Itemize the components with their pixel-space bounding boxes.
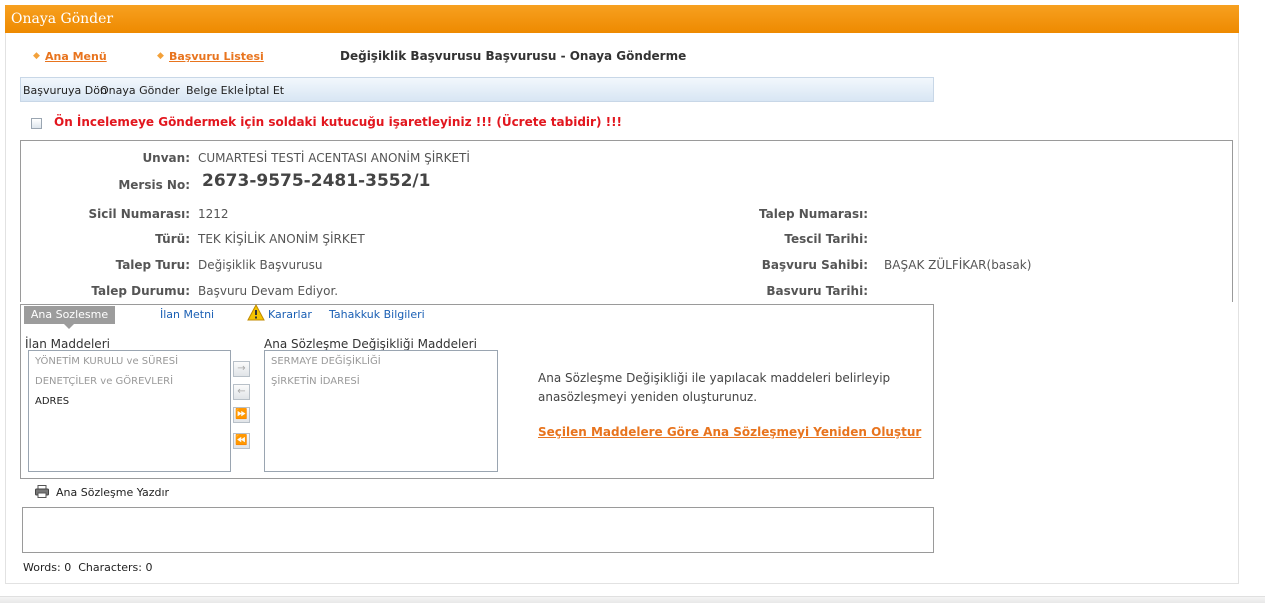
main-menu-arrow-icon: ◆ (33, 51, 40, 61)
applicant-label: Başvuru Sahibi: (761, 258, 868, 272)
list-item[interactable]: SERMAYE DEĞİŞİKLİĞİ (265, 351, 497, 371)
main-menu-link[interactable]: Ana Menü (45, 50, 107, 63)
footer-bar (0, 596, 1265, 603)
type-label: Türü: (155, 232, 190, 246)
registration-date-label: Tescil Tarihi: (784, 232, 868, 246)
mersis-value: 2673-9575-2481-3552/1 (202, 171, 431, 191)
word-character-count: Words: 0 Characters: 0 (23, 561, 152, 574)
tab-decisions[interactable]: Kararlar (268, 308, 312, 321)
list-item[interactable]: YÖNETİM KURULU ve SÜRESİ (29, 351, 230, 371)
mersis-label: Mersis No: (118, 178, 190, 192)
words-count: 0 (64, 561, 72, 574)
tab-articles[interactable]: Ana Sozlesme (24, 306, 115, 329)
application-date-label: Basvuru Tarihi: (766, 284, 868, 298)
list-item[interactable]: ADRES (29, 391, 230, 411)
request-status-value: Başvuru Devam Ediyor. (198, 284, 339, 298)
tab-accrual[interactable]: Tahakkuk Bilgileri (329, 308, 425, 321)
list-item[interactable]: ŞİRKETİN İDARESİ (265, 371, 497, 391)
announcement-articles-label: İlan Maddeleri (25, 337, 110, 351)
amendment-articles-list[interactable]: SERMAYE DEĞİŞİKLİĞİ ŞİRKETİN İDARESİ (264, 350, 498, 472)
request-type-value: Değişiklik Başvurusu (198, 258, 323, 272)
type-value: TEK KİŞİLİK ANONİM ŞİRKET (198, 232, 365, 246)
window-title: Onaya Gönder (5, 5, 1239, 33)
request-number-label: Talep Numarası: (758, 207, 868, 221)
amendment-articles-label: Ana Sözleşme Değişikliği Maddeleri (264, 337, 477, 351)
regenerate-articles-link[interactable]: Seçilen Maddelere Göre Ana Sözleşmeyi Ye… (538, 425, 921, 439)
add-document-button[interactable]: Belge Ekle (186, 84, 244, 97)
announcement-articles-list[interactable]: YÖNETİM KURULU ve SÜRESİ DENETÇİLER ve G… (28, 350, 231, 472)
registry-label: Sicil Numarası: (88, 207, 190, 221)
warning-icon (247, 304, 265, 321)
characters-count: 0 (145, 561, 153, 574)
remove-all-button[interactable]: ⏪ (233, 433, 250, 449)
request-status-label: Talep Durumu: (91, 284, 190, 298)
add-one-button[interactable]: → (233, 361, 250, 377)
printer-icon[interactable] (35, 485, 49, 498)
title-label: Unvan: (142, 151, 190, 165)
tab-announcement[interactable]: İlan Metni (160, 308, 214, 321)
page-title: Değişiklik Başvurusu Başvurusu - Onaya G… (340, 49, 687, 63)
toolbar: Başvuruya Dön Onaya Gönder Belge Ekle İp… (20, 77, 934, 102)
cancel-button[interactable]: İptal Et (245, 84, 284, 97)
preliminary-review-checkbox[interactable] (31, 118, 42, 129)
title-value: CUMARTESİ TESTİ ACENTASI ANONİM ŞİRKETİ (198, 151, 470, 165)
add-all-button[interactable]: ⏩ (233, 407, 250, 423)
send-approval-button[interactable]: Onaya Gönder (100, 84, 180, 97)
applicant-value: BAŞAK ZÜLFİKAR(basak) (884, 258, 1032, 272)
remove-one-button[interactable]: ← (233, 384, 250, 400)
request-type-label: Talep Turu: (115, 258, 190, 272)
application-list-link[interactable]: Başvuru Listesi (169, 50, 264, 63)
list-item[interactable]: DENETÇİLER ve GÖREVLERİ (29, 371, 230, 391)
registry-value: 1212 (198, 207, 229, 221)
characters-label: Characters: (78, 561, 142, 574)
words-label: Words: (23, 561, 61, 574)
instruction-text: Ana Sözleşme Değişikliği ile yapılacak m… (538, 371, 891, 404)
print-articles-button[interactable]: Ana Sözleşme Yazdır (56, 486, 169, 499)
back-to-application-button[interactable]: Başvuruya Dön (23, 84, 107, 97)
text-editor[interactable] (22, 507, 934, 553)
application-list-arrow-icon: ◆ (157, 51, 164, 61)
preliminary-review-warning: Ön İncelemeye Göndermek için soldaki kut… (54, 115, 623, 129)
